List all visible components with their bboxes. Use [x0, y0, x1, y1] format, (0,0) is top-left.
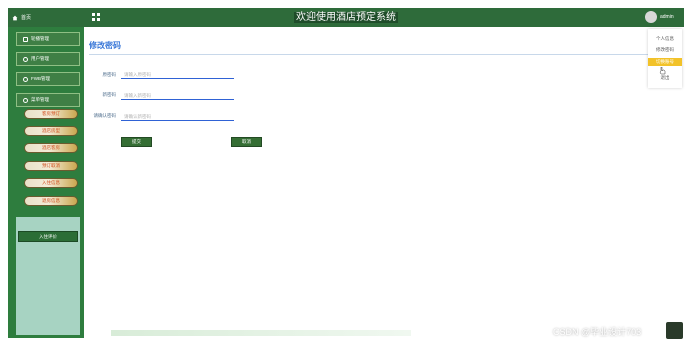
sidebar-item-fwb[interactable]: FWB管理 — [16, 72, 80, 86]
user-dropdown: 个人信息 修改密码 切换账号 退出 — [648, 29, 682, 88]
dropdown-item-change-password[interactable]: 修改密码 — [648, 46, 682, 54]
app-title: 欢迎使用酒店预定系统 — [294, 12, 398, 23]
monitor-icon — [23, 36, 28, 42]
new-password-field[interactable] — [121, 91, 234, 100]
dropdown-item-logout[interactable]: 退出 — [648, 74, 682, 82]
submit-button[interactable]: 提交 — [121, 137, 152, 147]
sidebar-item-menu[interactable]: 菜单管理 — [16, 93, 80, 107]
sidebar-item-carousel[interactable]: 轮播管理 — [16, 32, 80, 46]
sidebar: 轮播管理 用户管理 FWB管理 菜单管理 客房预订 酒店房型 酒店客房 预订取消… — [8, 27, 84, 338]
cancel-button[interactable]: 取消 — [231, 137, 262, 147]
sidebar-item-label: 用户管理 — [31, 56, 49, 61]
search-icon — [23, 97, 28, 103]
top-bar: 首页 欢迎使用酒店预定系统 admin — [8, 8, 684, 27]
new-password-label: 新密码 — [102, 92, 117, 97]
page-title: 修改密码 — [89, 41, 121, 50]
confirm-password-label: 请确认密码 — [93, 113, 117, 118]
sidebar-subitem-booking[interactable]: 客房预订 — [24, 109, 78, 119]
sidebar-subitem-cancel[interactable]: 预订取消 — [24, 161, 78, 171]
sidebar-subitem-review[interactable]: 入住评价 — [18, 231, 78, 242]
settings-icon — [23, 76, 28, 82]
avatar[interactable] — [645, 11, 657, 23]
sidebar-item-label: 菜单管理 — [31, 97, 49, 102]
bottom-decoration — [111, 330, 411, 336]
sidebar-subitem-checkin[interactable]: 入住信息 — [24, 178, 78, 188]
hand-cursor-icon — [659, 67, 666, 75]
sidebar-subitem-room-type[interactable]: 酒店房型 — [24, 126, 78, 136]
watermark: CSDN @毕业设计703 — [553, 327, 642, 337]
sidebar-subitem-rooms[interactable]: 酒店客房 — [24, 143, 78, 153]
old-password-label: 原密码 — [102, 72, 117, 77]
sidebar-subitem-checkout[interactable]: 退房信息 — [24, 196, 78, 206]
user-icon — [23, 56, 28, 62]
title-divider — [89, 54, 652, 55]
username[interactable]: admin — [660, 14, 674, 20]
old-password-field[interactable] — [121, 70, 234, 79]
sidebar-item-users[interactable]: 用户管理 — [16, 52, 80, 66]
dropdown-item-profile[interactable]: 个人信息 — [648, 35, 682, 43]
sidebar-item-label: 轮播管理 — [31, 36, 49, 41]
app-window: 首页 欢迎使用酒店预定系统 admin 轮播管理 用户管理 FWB管理 菜单管理… — [8, 8, 684, 339]
back-to-top-button[interactable] — [666, 322, 683, 339]
dropdown-item-switch-account[interactable]: 切换账号 — [648, 58, 682, 66]
confirm-password-field[interactable] — [121, 112, 234, 121]
sidebar-item-label: FWB管理 — [31, 76, 50, 81]
